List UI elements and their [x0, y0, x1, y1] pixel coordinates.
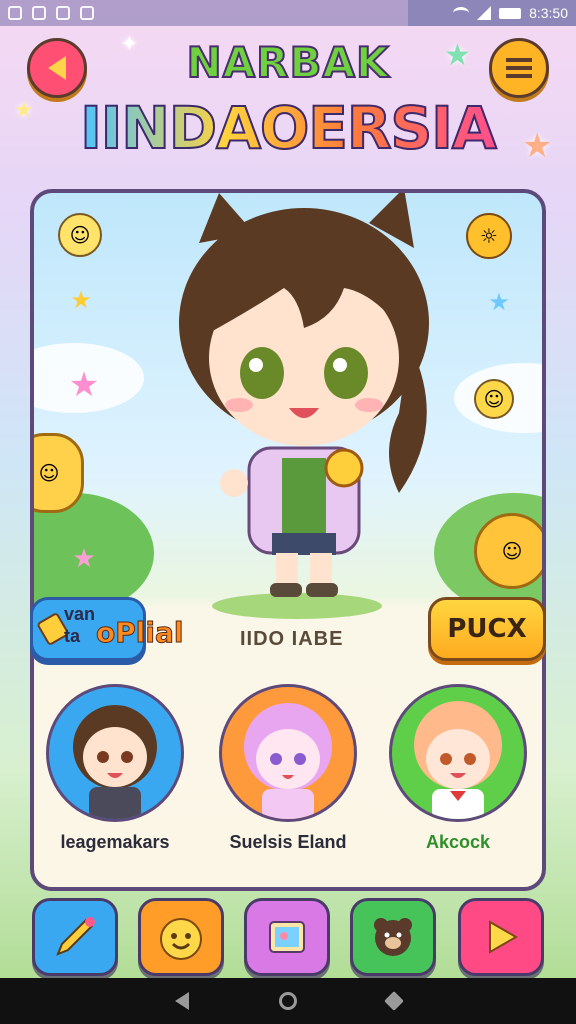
picture-frame-icon [269, 921, 305, 953]
menu-button[interactable] [489, 38, 549, 98]
smiley-sticker-icon: ☺ [58, 213, 102, 257]
star-sticker-icon: ★ [70, 286, 92, 314]
wifi-icon [453, 7, 470, 19]
name-chip-line2: ta [64, 626, 81, 646]
menu-icon [506, 58, 532, 78]
media-icon [56, 6, 70, 20]
character-avatar-art [414, 701, 502, 819]
puck-button[interactable]: PUCX [428, 597, 546, 661]
gallery-button[interactable] [244, 898, 330, 976]
status-icons-right: 8:3:50 [408, 0, 576, 26]
system-nav-bar [0, 978, 576, 1024]
yellow-mascot-icon: ☺ [34, 433, 84, 513]
name-chip-line1: van [64, 604, 96, 624]
character-avatar-art [73, 705, 157, 819]
character-avatar [219, 684, 357, 822]
id-label: IIDO IABE [240, 628, 344, 650]
character-card-2[interactable]: Suelsis Eland [213, 684, 363, 853]
emote-button[interactable] [138, 898, 224, 976]
nav-home-icon[interactable] [279, 992, 297, 1010]
main-character-illustration [179, 193, 429, 597]
sparkle-icon: ★ [14, 98, 34, 123]
companion-button[interactable] [350, 898, 436, 976]
play-button[interactable] [458, 898, 544, 976]
character-card-1[interactable]: leagemakars [40, 684, 190, 853]
sun-sticker-icon: ☼ [466, 213, 512, 259]
play-icon [489, 920, 519, 954]
notification-icon [8, 6, 22, 20]
nav-back-icon[interactable] [175, 992, 189, 1010]
status-time: 8:3:50 [529, 5, 568, 21]
bee-sticker-icon: ☺ [474, 379, 514, 419]
character-avatar [389, 684, 527, 822]
bear-icon [374, 918, 412, 956]
status-icons-left [0, 6, 94, 20]
character-name: leagemakars [60, 832, 170, 852]
character-avatar-art [244, 703, 332, 819]
subtitle-logo: NARBAK [185, 37, 390, 88]
back-button[interactable] [27, 38, 87, 98]
signal-icon [477, 6, 492, 20]
alarm-icon [80, 6, 94, 20]
smiley-face-icon [160, 918, 202, 960]
lion-mascot-icon: ☺ [474, 513, 542, 589]
star-icon: ★ [522, 126, 553, 166]
game-title-logo: IINDAOERSIA [79, 93, 498, 163]
arrow-left-icon [48, 56, 66, 80]
star-sticker-icon: ★ [488, 288, 510, 316]
pink-star-sticker-icon: ★ [68, 365, 100, 405]
edit-tool-button[interactable] [32, 898, 118, 976]
character-name: Akcock [425, 832, 491, 852]
character-name-label: oPlial [95, 616, 184, 650]
battery-icon [499, 7, 522, 19]
character-card-3[interactable]: Akcock [383, 684, 533, 853]
pencil-brush-icon [56, 917, 95, 956]
character-avatar [46, 684, 184, 822]
sync-icon [32, 6, 46, 20]
star-icon: ★ [444, 38, 471, 73]
sparkle-icon: ✦ [120, 32, 139, 57]
character-name: Suelsis Eland [229, 832, 347, 852]
star-sticker-icon: ★ [72, 544, 96, 574]
nav-recents-icon[interactable] [384, 991, 404, 1011]
status-bar: 8:3:50 [0, 0, 576, 26]
